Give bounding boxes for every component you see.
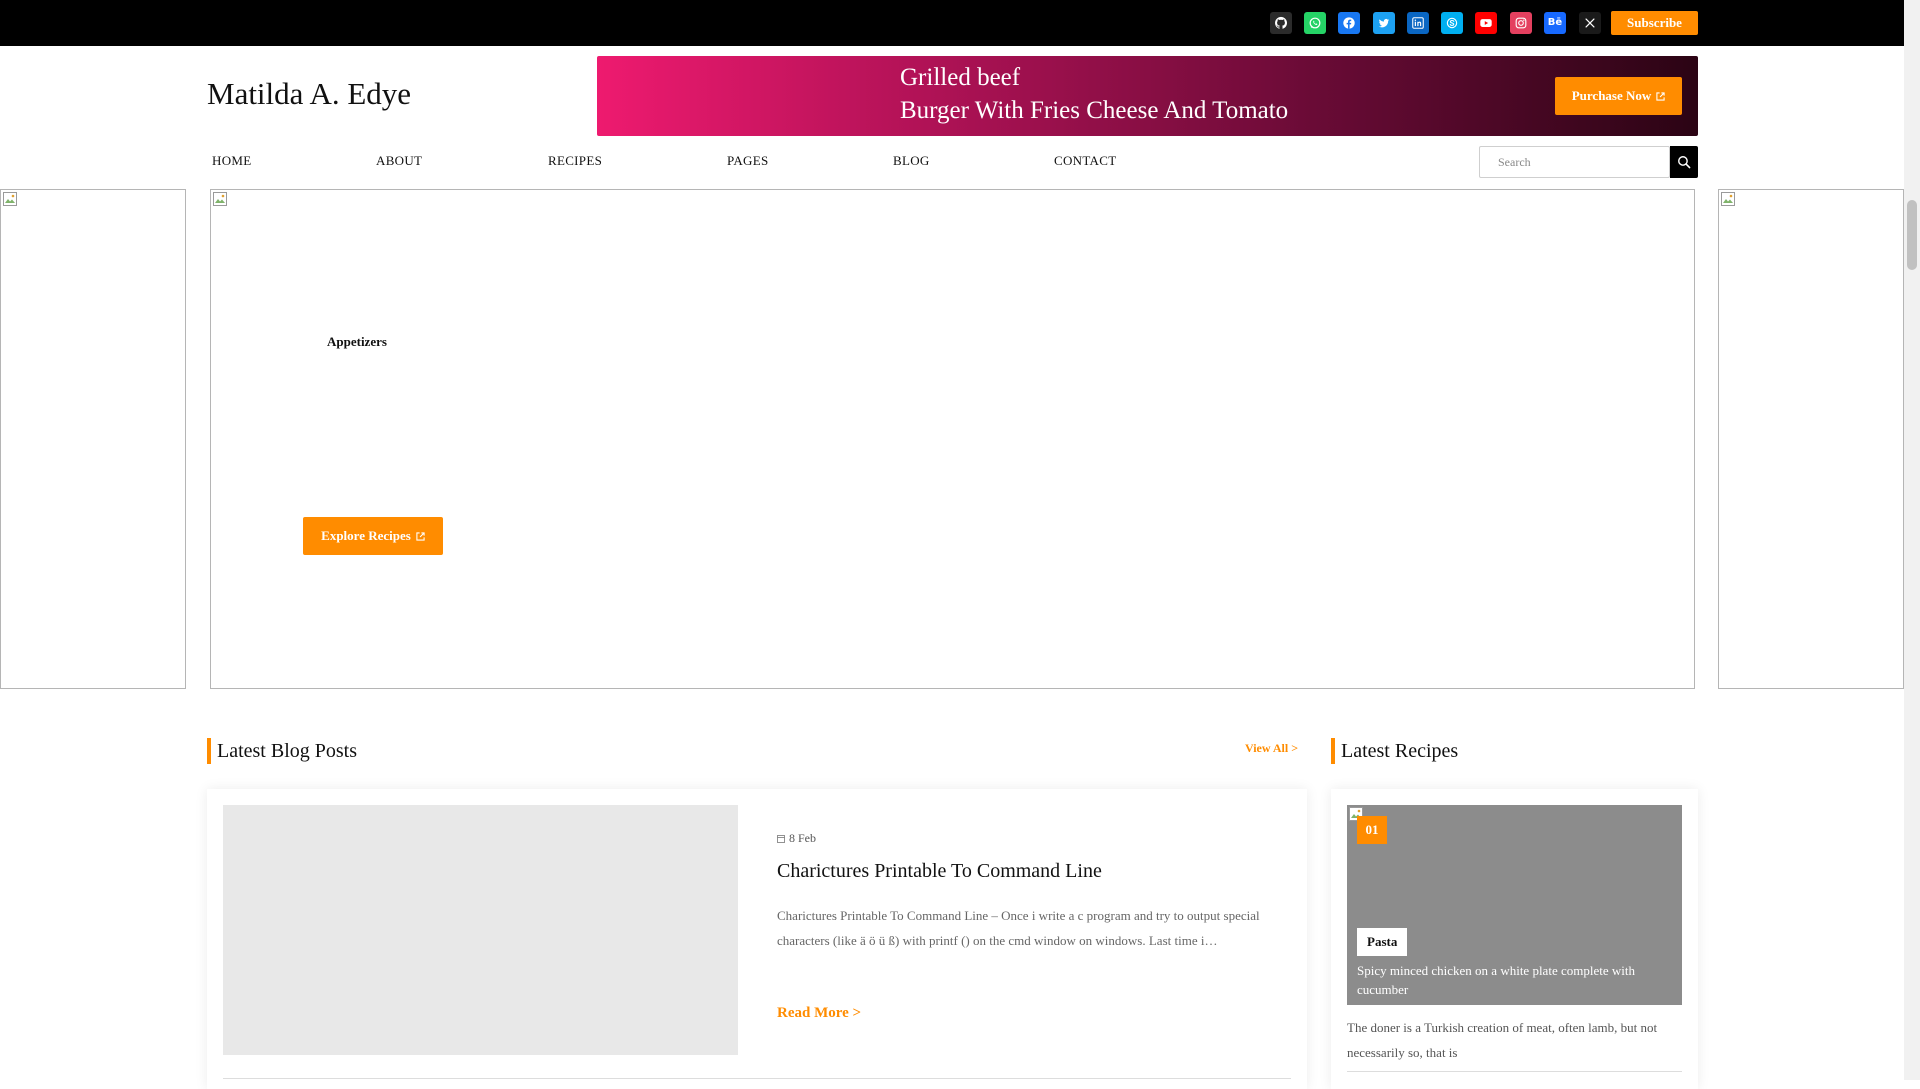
hero-slide-next[interactable] bbox=[1718, 189, 1904, 689]
search-button[interactable] bbox=[1670, 146, 1698, 178]
purchase-now-label: Purchase Now bbox=[1571, 88, 1652, 103]
blog-post-title[interactable]: Charictures Printable To Command Line bbox=[777, 860, 1102, 883]
latest-recipes-heading: Latest Recipes bbox=[1331, 738, 1458, 764]
broken-image-icon bbox=[213, 192, 227, 206]
recipe-description: The doner is a Turkish creation of meat,… bbox=[1347, 1020, 1658, 1060]
explore-recipes-label: Explore Recipes bbox=[321, 528, 411, 543]
external-link-icon bbox=[1656, 91, 1665, 101]
banner-title-line-2: Burger With Fries Cheese And Tomato bbox=[900, 97, 1289, 124]
broken-image-icon bbox=[3, 192, 17, 206]
latest-blog-posts-heading: Latest Blog Posts bbox=[207, 738, 357, 764]
linkedin-icon[interactable] bbox=[1407, 12, 1429, 34]
nav-item-pages[interactable]: PAGES bbox=[727, 153, 768, 169]
hero-slide-active[interactable]: Appetizers Explore Recipes bbox=[210, 189, 1695, 689]
blog-post-excerpt: Charictures Printable To Command Line – … bbox=[777, 908, 1260, 948]
nav-item-home[interactable]: HOME bbox=[212, 153, 251, 169]
nav-item-blog[interactable]: BLOG bbox=[893, 153, 930, 169]
twitter-icon[interactable] bbox=[1373, 12, 1395, 34]
site-title[interactable]: Matilda A. Edye bbox=[207, 76, 411, 112]
skype-icon[interactable] bbox=[1441, 12, 1463, 34]
scrollbar-track[interactable] bbox=[1904, 0, 1920, 1080]
recipe-title[interactable]: Spicy minced chicken on a white plate co… bbox=[1357, 961, 1677, 999]
recipe-category-tag[interactable]: Pasta bbox=[1357, 928, 1408, 956]
search-icon bbox=[1678, 156, 1691, 169]
facebook-icon[interactable] bbox=[1338, 12, 1360, 34]
blog-post-thumbnail[interactable] bbox=[223, 805, 738, 1055]
recipe-number-badge: 01 bbox=[1357, 816, 1387, 844]
banner-title-line-1: Grilled beef bbox=[900, 64, 1021, 91]
calendar-icon bbox=[777, 835, 785, 843]
nav-item-contact[interactable]: CONTACT bbox=[1054, 153, 1116, 169]
read-more-link[interactable]: Read More > bbox=[777, 1005, 861, 1022]
blog-divider bbox=[223, 1078, 1291, 1079]
blog-post-date: 8 Feb bbox=[777, 831, 816, 846]
instagram-icon[interactable] bbox=[1510, 12, 1532, 34]
scrollbar-thumb[interactable] bbox=[1907, 200, 1917, 270]
hero-category[interactable]: Appetizers bbox=[327, 334, 387, 350]
blog-post-card: 8 Feb Charictures Printable To Command L… bbox=[207, 789, 1307, 1089]
search-input[interactable] bbox=[1479, 146, 1670, 178]
github-icon[interactable] bbox=[1270, 12, 1292, 34]
promo-banner[interactable]: Grilled beef Burger With Fries Cheese An… bbox=[597, 56, 1698, 136]
nav-item-recipes[interactable]: RECIPES bbox=[548, 153, 602, 169]
external-link-icon bbox=[416, 531, 425, 541]
x-icon[interactable] bbox=[1579, 12, 1601, 34]
purchase-now-button[interactable]: Purchase Now bbox=[1555, 77, 1682, 115]
top-bar: Bē Subscribe bbox=[0, 0, 1904, 46]
recipe-thumbnail[interactable]: 01 Pasta Spicy minced chicken on a white… bbox=[1347, 805, 1682, 1005]
recipe-card: 01 Pasta Spicy minced chicken on a white… bbox=[1331, 789, 1698, 1089]
recipe-divider bbox=[1347, 1071, 1682, 1072]
youtube-icon[interactable] bbox=[1475, 12, 1497, 34]
view-all-link[interactable]: View All > bbox=[1245, 741, 1298, 756]
broken-image-icon bbox=[1721, 192, 1735, 206]
nav-item-about[interactable]: ABOUT bbox=[376, 153, 422, 169]
behance-icon[interactable]: Bē bbox=[1544, 12, 1566, 34]
whatsapp-icon[interactable] bbox=[1304, 12, 1326, 34]
hero-slide-previous[interactable] bbox=[0, 189, 186, 689]
subscribe-button[interactable]: Subscribe bbox=[1611, 11, 1698, 35]
explore-recipes-button[interactable]: Explore Recipes bbox=[303, 517, 443, 555]
blog-post-date-text: 8 Feb bbox=[789, 831, 816, 845]
